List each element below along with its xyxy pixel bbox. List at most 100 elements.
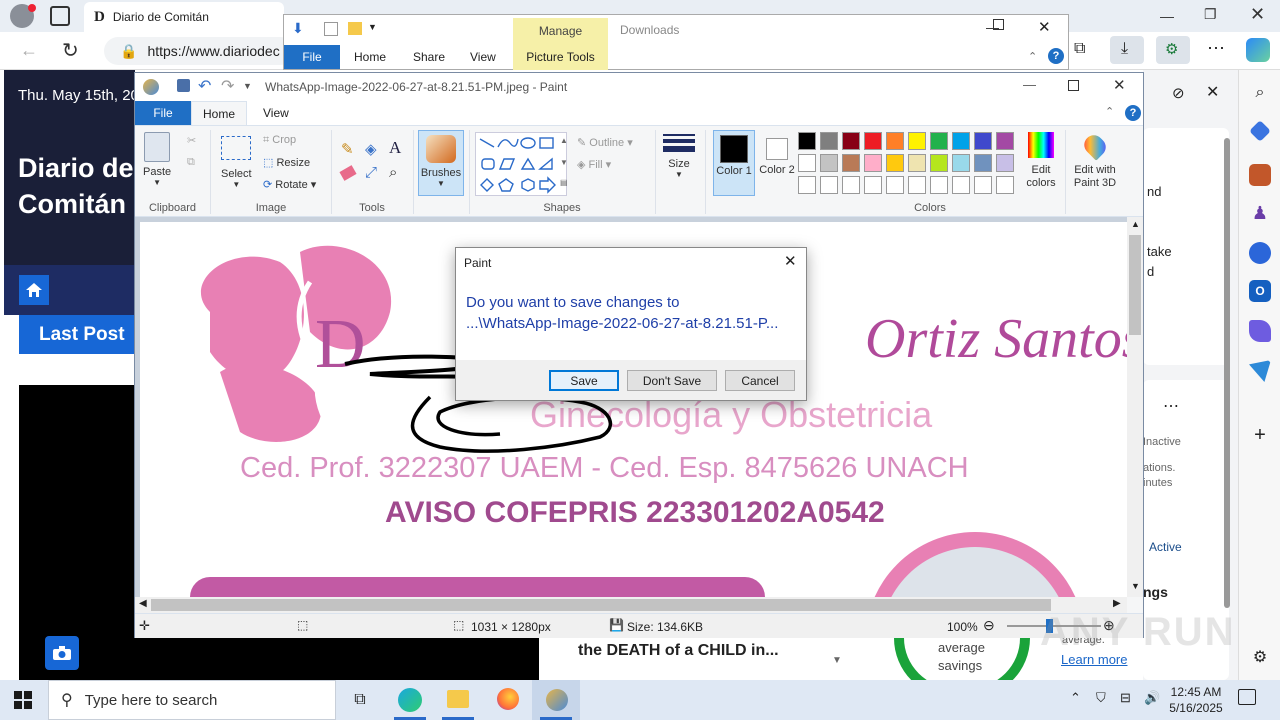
explorer-tab-view[interactable]: View <box>470 50 496 64</box>
color2-button[interactable]: Color 2 <box>759 130 795 196</box>
palette-swatch[interactable] <box>952 154 970 172</box>
properties-icon[interactable] <box>324 22 338 36</box>
paint-minimize-icon[interactable]: — <box>1023 77 1036 92</box>
collections-icon[interactable]: ⧉ <box>1074 40 1085 58</box>
paste-button[interactable]: Paste ▼ <box>143 132 171 187</box>
palette-swatch[interactable] <box>952 176 970 194</box>
profile-avatar-icon[interactable] <box>10 4 36 28</box>
palette-swatch[interactable] <box>908 176 926 194</box>
palette-swatch[interactable] <box>996 154 1014 172</box>
scroll-up-icon[interactable]: ▲ <box>1131 219 1140 229</box>
start-icon[interactable] <box>14 691 32 712</box>
explorer-maximize-icon[interactable] <box>993 19 1004 30</box>
tray-security-icon[interactable]: ⛉ <box>1096 690 1106 706</box>
back-icon[interactable]: ← <box>20 40 38 61</box>
close-icon[interactable]: ✕ <box>1250 4 1265 25</box>
palette-swatch[interactable] <box>930 132 948 150</box>
palette-swatch[interactable] <box>864 154 882 172</box>
scroll-right-icon[interactable]: ▶ <box>1113 598 1121 609</box>
quick-access-dropdown-icon[interactable]: ▼ <box>368 22 377 32</box>
vertical-scroll-thumb[interactable] <box>1129 235 1141 335</box>
paint-help-icon[interactable]: ? <box>1125 105 1141 121</box>
folder-icon[interactable] <box>348 22 362 35</box>
panel-more-icon[interactable]: ⋯ <box>1163 396 1179 416</box>
save-icon[interactable] <box>177 79 190 92</box>
send-icon[interactable] <box>1249 360 1271 382</box>
unpin-icon[interactable]: ⊘ <box>1172 84 1185 102</box>
firefox-taskbar-icon[interactable] <box>484 680 532 720</box>
palette-swatch[interactable] <box>952 132 970 150</box>
redo-icon[interactable]: ↷ <box>221 76 234 96</box>
file-explorer-taskbar-icon[interactable] <box>434 680 482 720</box>
text-icon[interactable]: A <box>389 138 401 158</box>
rotate-button[interactable]: ⟳ Rotate ▾ <box>263 178 316 191</box>
edit-paint3d-button[interactable]: Edit with Paint 3D <box>1067 131 1123 190</box>
panel-scrollbar[interactable] <box>1224 138 1230 608</box>
palette-swatch[interactable] <box>820 132 838 150</box>
designer-icon[interactable] <box>1249 320 1271 342</box>
magnifier-icon[interactable]: ⌕ <box>389 164 397 181</box>
add-icon[interactable]: + <box>1249 424 1271 446</box>
volume-icon[interactable]: 🔊 <box>1144 690 1160 706</box>
palette-swatch[interactable] <box>886 132 904 150</box>
paint-taskbar-icon[interactable] <box>532 680 580 720</box>
explorer-tab-file[interactable]: File <box>284 45 340 69</box>
palette-swatch[interactable] <box>930 154 948 172</box>
url-field[interactable]: 🔒 https://www.diariodec <box>104 37 294 65</box>
paint-close-icon[interactable]: ✕ <box>1113 76 1126 94</box>
shapes-scroll-down-icon[interactable]: ▼ <box>560 158 568 167</box>
palette-swatch[interactable] <box>842 132 860 150</box>
palette-swatch[interactable] <box>974 132 992 150</box>
resize-button[interactable]: ⬚ Resize <box>263 156 310 169</box>
palette-swatch[interactable] <box>908 154 926 172</box>
manage-tab[interactable]: Manage Picture Tools <box>513 18 608 70</box>
clock[interactable]: 12:45 AM 5/16/2025 <box>1166 684 1226 716</box>
shapes-more-icon[interactable]: ▤ <box>560 178 568 187</box>
crop-button[interactable]: ⌗ Crop <box>263 134 296 147</box>
copilot-icon[interactable] <box>1246 38 1270 62</box>
downloads-icon[interactable]: ⤓ <box>1110 36 1144 64</box>
paint-tab-home[interactable]: Home <box>191 101 247 126</box>
palette-swatch[interactable] <box>908 132 926 150</box>
palette-swatch[interactable] <box>996 132 1014 150</box>
paint-tab-file[interactable]: File <box>135 101 191 125</box>
palette-swatch[interactable] <box>864 176 882 194</box>
microsoft365-icon[interactable] <box>1249 242 1271 264</box>
outline-button[interactable]: ✎ Outline ▾ <box>577 136 633 149</box>
explorer-close-icon[interactable]: ✕ <box>1038 18 1051 36</box>
palette-swatch[interactable] <box>886 176 904 194</box>
palette-swatch[interactable] <box>798 132 816 150</box>
panel-close-icon[interactable]: ✕ <box>1206 82 1219 102</box>
shapes-gallery[interactable] <box>475 132 567 196</box>
explorer-help-icon[interactable]: ? <box>1048 48 1064 64</box>
extensions-icon[interactable]: ⚙ <box>1156 36 1190 64</box>
palette-swatch[interactable] <box>820 154 838 172</box>
scroll-left-icon[interactable]: ◀ <box>139 598 147 609</box>
palette-swatch[interactable] <box>996 176 1014 194</box>
palette-swatch[interactable] <box>842 176 860 194</box>
scroll-down-icon[interactable]: ▼ <box>832 655 842 666</box>
paint-ribbon-toggle-icon[interactable]: ⌃ <box>1105 105 1114 118</box>
palette-swatch[interactable] <box>842 154 860 172</box>
palette-swatch[interactable] <box>886 154 904 172</box>
fill-button[interactable]: ◈ Fill ▾ <box>577 158 611 171</box>
palette-swatch[interactable] <box>798 176 816 194</box>
refresh-icon[interactable]: ↻ <box>62 38 79 63</box>
qat-dropdown-icon[interactable]: ▼ <box>243 81 252 91</box>
palette-swatch[interactable] <box>864 132 882 150</box>
paint-maximize-icon[interactable] <box>1068 80 1079 91</box>
edit-colors-button[interactable]: Edit colors <box>1023 132 1059 190</box>
tab-actions-icon[interactable] <box>50 6 70 26</box>
copy-icon[interactable]: ⧉ <box>187 156 195 169</box>
palette-swatch[interactable] <box>974 176 992 194</box>
settings-icon[interactable]: ⚙ <box>1249 646 1271 668</box>
size-button[interactable]: Size ▼ <box>663 134 695 179</box>
explorer-tab-share[interactable]: Share <box>413 50 445 64</box>
paint-tab-view[interactable]: View <box>263 106 289 120</box>
dont-save-button[interactable]: Don't Save <box>627 370 717 391</box>
fill-icon[interactable]: ◈ <box>365 140 377 158</box>
minimize-icon[interactable]: — <box>1160 8 1174 24</box>
palette-swatch[interactable] <box>974 154 992 172</box>
select-button[interactable]: Select ▼ <box>221 136 252 189</box>
horizontal-scrollbar[interactable]: ◀ ▶ <box>135 597 1127 613</box>
